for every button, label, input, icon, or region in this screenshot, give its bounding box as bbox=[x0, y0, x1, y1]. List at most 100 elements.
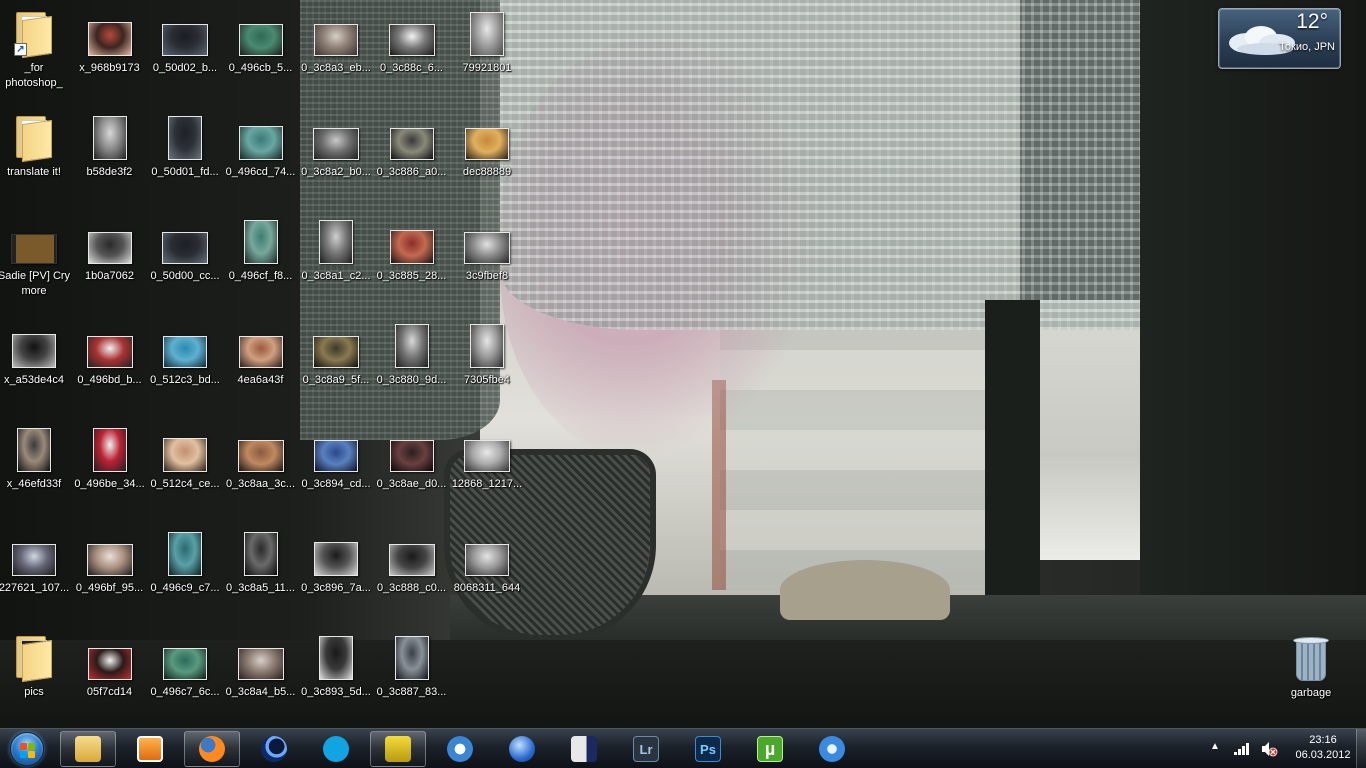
taskbar-button-firefox[interactable] bbox=[184, 731, 240, 767]
taskbar-button-windows-explorer[interactable] bbox=[60, 731, 116, 767]
desktop-icon-image[interactable]: 0_512c4_ce... bbox=[147, 418, 223, 516]
start-button[interactable] bbox=[4, 730, 50, 768]
desktop-icon-image[interactable]: 05f7cd14 bbox=[72, 626, 148, 724]
image-thumbnail-icon bbox=[237, 440, 284, 472]
image-thumbnail-icon bbox=[243, 532, 278, 576]
desktop-icon-image[interactable]: 0_496c7_6c... bbox=[147, 626, 223, 724]
taskbar-button-lightroom[interactable]: Lr bbox=[618, 731, 674, 767]
weather-gadget[interactable]: 12° Токио, JPN bbox=[1218, 8, 1341, 69]
taskbar-button-media-center[interactable] bbox=[122, 731, 178, 767]
desktop-icon-image[interactable]: dec88889 bbox=[449, 106, 525, 204]
taskbar-button-yellow-tool[interactable] bbox=[370, 731, 426, 767]
desktop-icon-label: x_46efd33f bbox=[6, 478, 62, 490]
desktop-icon-image[interactable]: 0_496cb_5... bbox=[223, 2, 299, 100]
image-thumbnail-icon bbox=[17, 428, 51, 472]
video-file-icon bbox=[571, 736, 597, 762]
image-thumbnail-icon bbox=[319, 636, 353, 680]
desktop-icon-image[interactable]: 0_3c888_c0... bbox=[374, 522, 450, 620]
image-thumbnail-icon bbox=[87, 232, 132, 264]
desktop-icon-image[interactable]: 0_3c885_28... bbox=[374, 210, 450, 308]
image-thumbnail-icon bbox=[464, 232, 510, 264]
desktop-icon-area: ↗ _for photoshop_ x_968b9173 0_50d02_b... 0_… bbox=[0, 0, 1366, 728]
desktop-icon-label: 12868_1217... bbox=[451, 478, 523, 490]
desktop-icon-label: 0_496cb_5... bbox=[228, 62, 293, 74]
desktop-icon-image[interactable]: 8068311_644 bbox=[449, 522, 525, 620]
image-thumbnail-icon bbox=[389, 128, 434, 160]
image-thumbnail-icon bbox=[163, 336, 207, 368]
desktop-icon-image[interactable]: 4ea6a43f bbox=[223, 314, 299, 412]
desktop-icon-folder[interactable]: translate it! bbox=[0, 106, 72, 204]
desktop-icon-image[interactable]: 0_512c3_bd... bbox=[147, 314, 223, 412]
taskbar-button-video-file[interactable] bbox=[556, 731, 612, 767]
image-thumbnail-icon bbox=[314, 542, 358, 576]
taskbar-button-itunes[interactable] bbox=[804, 731, 860, 767]
desktop-icon-image[interactable]: 0_496be_34... bbox=[72, 418, 148, 516]
desktop-icon-folder-dark[interactable]: pics bbox=[0, 626, 72, 724]
show-desktop-button[interactable] bbox=[1356, 729, 1366, 768]
desktop-icon-image[interactable]: 0_3c896_7a... bbox=[298, 522, 374, 620]
taskbar-button-photoshop[interactable]: Ps bbox=[680, 731, 736, 767]
desktop-icon-image[interactable]: 227621_107... bbox=[0, 522, 72, 620]
desktop-icon-label: 05f7cd14 bbox=[86, 686, 133, 698]
taskbar-button-globe-app[interactable] bbox=[494, 731, 550, 767]
recycle-bin[interactable]: garbage bbox=[1273, 627, 1349, 725]
desktop-icon-image[interactable]: 0_3c8a3_eb... bbox=[298, 2, 374, 100]
show-hidden-icons-button[interactable]: ▲ bbox=[1210, 741, 1220, 752]
desktop-icon-image[interactable]: 0_496bd_b... bbox=[72, 314, 148, 412]
desktop-icon-label: 0_50d02_b... bbox=[152, 62, 218, 74]
desktop-icon-image[interactable]: 0_3c8ae_d0... bbox=[374, 418, 450, 516]
image-thumbnail-icon bbox=[238, 126, 283, 160]
desktop-icon-image[interactable]: 0_496cd_74... bbox=[223, 106, 299, 204]
system-clock[interactable]: 23:16 06.03.2012 bbox=[1292, 733, 1354, 763]
desktop-icon-image[interactable]: 12868_1217... bbox=[449, 418, 525, 516]
network-icon[interactable] bbox=[1234, 741, 1250, 755]
image-thumbnail-icon bbox=[394, 636, 429, 680]
desktop-icon-image[interactable]: 0_3c887_83... bbox=[374, 626, 450, 724]
desktop-icon-image[interactable]: 7305fbe4 bbox=[449, 314, 525, 412]
desktop-icon-image[interactable]: x_46efd33f bbox=[0, 418, 72, 516]
notification-area: ▲ 23:16 06.03.2012 bbox=[1186, 729, 1366, 768]
desktop-icon-image[interactable]: 0_3c893_5d... bbox=[298, 626, 374, 724]
desktop-icon-label: 0_3c8a4_b5... bbox=[225, 686, 296, 698]
desktop-icon-image[interactable]: 79921801 bbox=[449, 2, 525, 100]
desktop-icon-image[interactable]: 0_3c886_a0... bbox=[374, 106, 450, 204]
taskbar: Lr Ps µ ▲ 23:16 06.03.2012 bbox=[0, 728, 1366, 768]
desktop-icon-image[interactable]: 0_496c9_c7... bbox=[147, 522, 223, 620]
desktop-icon-image[interactable]: 0_3c8a1_c2... bbox=[298, 210, 374, 308]
image-thumbnail-icon bbox=[389, 440, 434, 472]
desktop-icon-image[interactable]: 1b0a7062 bbox=[72, 210, 148, 308]
desktop-icon-video[interactable]: Sadie [PV] Cry more bbox=[0, 210, 72, 308]
desktop-icon-image[interactable]: 0_496cf_f8... bbox=[223, 210, 299, 308]
desktop-icon-image[interactable]: 0_3c8a5_11... bbox=[223, 522, 299, 620]
desktop-icon-image[interactable]: 3c9fbef8 bbox=[449, 210, 525, 308]
desktop-icon-image[interactable]: x_968b9173 bbox=[72, 2, 148, 100]
image-thumbnail-icon bbox=[162, 232, 208, 264]
desktop-icon-image[interactable]: 0_496bf_95... bbox=[72, 522, 148, 620]
desktop-icon-label: 0_496bd_b... bbox=[77, 374, 142, 386]
desktop-icon-image[interactable]: 0_3c8a9_5f... bbox=[298, 314, 374, 412]
desktop-icon-folder-shortcut[interactable]: ↗ _for photoshop_ bbox=[0, 2, 72, 100]
desktop-icon-image[interactable]: 0_3c8aa_3c... bbox=[223, 418, 299, 516]
desktop-icon-image[interactable]: 0_3c894_cd... bbox=[298, 418, 374, 516]
image-thumbnail-icon bbox=[87, 22, 132, 56]
desktop-icon-image[interactable]: 0_3c8a4_b5... bbox=[223, 626, 299, 724]
cloud-icon bbox=[1229, 26, 1295, 55]
desktop-icon-label: 0_3c888_c0... bbox=[376, 582, 447, 594]
desktop-icon-image[interactable]: 0_50d01_fd... bbox=[147, 106, 223, 204]
taskbar-button-skype[interactable] bbox=[308, 731, 364, 767]
desktop-icon-label: _for photoshop_ bbox=[5, 62, 63, 89]
taskbar-button-utorrent[interactable]: µ bbox=[742, 731, 798, 767]
desktop-icon-image[interactable]: x_a53de4c4 bbox=[0, 314, 72, 412]
taskbar-button-media-player[interactable] bbox=[432, 731, 488, 767]
desktop-icon-image[interactable]: b58de3f2 bbox=[72, 106, 148, 204]
desktop-icon-label: 0_496cf_f8... bbox=[228, 270, 293, 282]
desktop-icon-image[interactable]: 0_50d02_b... bbox=[147, 2, 223, 100]
volume-muted-icon[interactable] bbox=[1260, 741, 1278, 757]
desktop-icon-image[interactable]: 0_3c880_9d... bbox=[374, 314, 450, 412]
desktop-icon-image[interactable]: 0_3c88c_6... bbox=[374, 2, 450, 100]
image-thumbnail-icon bbox=[237, 648, 284, 680]
desktop-icon-image[interactable]: 0_3c8a2_b0... bbox=[298, 106, 374, 204]
taskbar-button-moon-app[interactable] bbox=[246, 731, 302, 767]
image-thumbnail-icon bbox=[87, 648, 132, 680]
desktop-icon-image[interactable]: 0_50d00_cc... bbox=[147, 210, 223, 308]
